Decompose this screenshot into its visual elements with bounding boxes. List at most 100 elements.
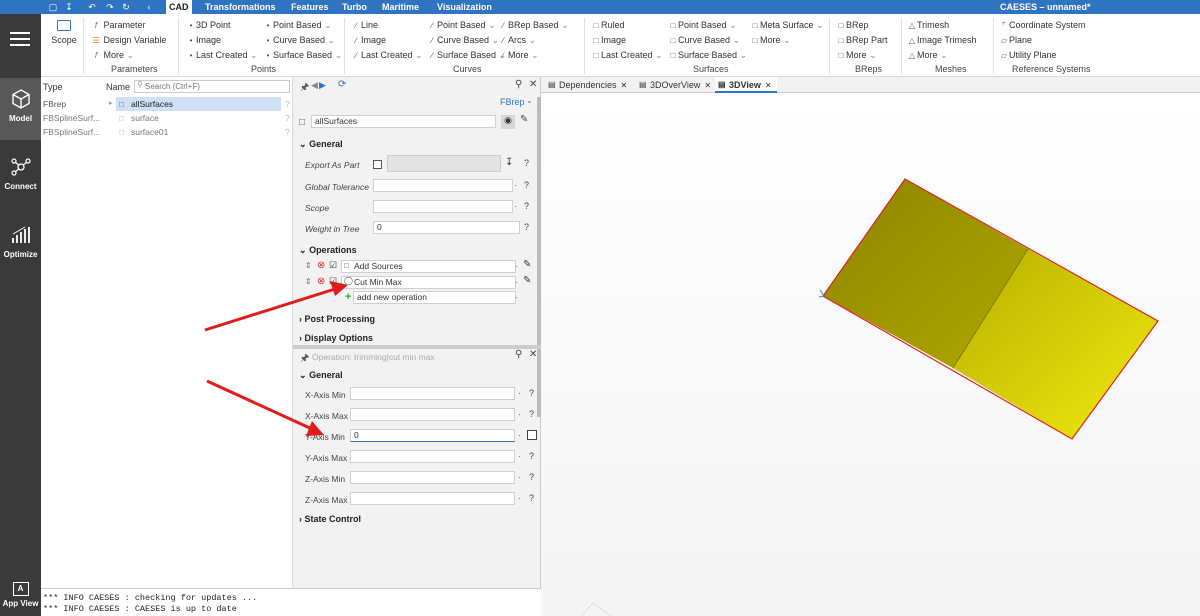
ribbon-surface-point-based[interactable]: □ Point Based ⌄ — [668, 19, 737, 32]
ribbon-curve-point-based[interactable]: ∕ Point Based ⌄ — [427, 19, 495, 32]
tab-visualization[interactable]: Visualization — [434, 0, 495, 14]
add-new-operation-field[interactable]: add new operation — [353, 291, 516, 304]
ribbon-surface-more[interactable]: □ More ⌄ — [750, 34, 791, 47]
export-as-part-checkbox[interactable] — [373, 160, 382, 169]
close-icon[interactable]: ✕ — [621, 81, 628, 90]
add-operation-row[interactable]: + add new operation · — [293, 290, 537, 306]
operation-cut-min-max-field[interactable]: Cut Min Max — [341, 276, 516, 289]
ribbon-surface-surface-based[interactable]: □ Surface Based ⌄ — [668, 49, 748, 62]
splitter[interactable] — [293, 345, 541, 349]
search-icon[interactable]: ⚲ — [515, 349, 522, 360]
hamburger-icon[interactable] — [10, 32, 30, 46]
ribbon-surface-image[interactable]: □ Image — [591, 34, 626, 47]
tab-maritime[interactable]: Maritime — [379, 0, 422, 14]
ribbon-meshes-more[interactable]: △ More ⌄ — [907, 49, 948, 62]
edit-pencil-icon[interactable]: ✎ — [523, 259, 531, 270]
enabled-checkbox-icon[interactable]: ☑ — [329, 260, 337, 271]
help-icon[interactable]: ? — [524, 222, 529, 232]
edit-pencil-icon[interactable]: ✎ — [520, 114, 528, 125]
nav-connect[interactable]: Connect — [0, 146, 41, 208]
visibility-eye-icon[interactable]: ◉ — [501, 115, 515, 129]
ribbon-curve-more[interactable]: ∕ More ⌄ — [498, 49, 538, 62]
save-icon[interactable]: ↧ — [62, 0, 76, 14]
field-menu-icon[interactable]: · — [515, 277, 518, 287]
field-menu-icon[interactable]: · — [514, 180, 517, 190]
edit-pencil-icon[interactable]: ✎ — [523, 275, 531, 286]
help-icon[interactable]: ? — [285, 125, 290, 139]
ribbon-brep-part[interactable]: □ BRep Part — [836, 34, 888, 47]
ribbon-point-last-created[interactable]: • Last Created ⌄ — [186, 49, 258, 62]
field-menu-icon[interactable]: · — [518, 493, 521, 503]
help-icon[interactable]: ? — [529, 388, 534, 398]
help-icon[interactable]: ? — [529, 493, 534, 503]
field-menu-icon[interactable]: · — [518, 451, 521, 461]
add-icon[interactable]: + — [345, 291, 351, 303]
ribbon-brep-more[interactable]: □ More ⌄ — [836, 49, 877, 62]
ribbon-point-curve-based[interactable]: • Curve Based ⌄ — [263, 34, 336, 47]
field-menu-icon[interactable]: · — [514, 201, 517, 211]
ribbon-point-image[interactable]: • Image — [186, 34, 221, 47]
export-part-field[interactable] — [387, 155, 501, 172]
ribbon-ruled[interactable]: □ Ruled — [591, 19, 625, 32]
tree-row[interactable]: FBrep ▸ □ allSurfaces ? — [41, 97, 293, 111]
help-icon[interactable]: ? — [285, 111, 290, 125]
ribbon-curve-curve-based[interactable]: ∕ Curve Based ⌄ — [427, 34, 499, 47]
ribbon-coordinate-system[interactable]: ⌜ Coordinate System — [999, 19, 1085, 32]
tab-cad[interactable]: CAD — [166, 0, 192, 14]
back-icon[interactable]: ◀ — [311, 80, 318, 91]
help-icon[interactable]: ? — [524, 201, 529, 211]
section-state-control[interactable]: › State Control — [299, 514, 361, 524]
nav-model[interactable]: Model — [0, 78, 41, 140]
close-icon[interactable]: ✕ — [765, 81, 772, 90]
pin-icon[interactable]: 🖈 — [300, 80, 309, 97]
collapse-icon[interactable]: ‹ — [142, 0, 156, 14]
ribbon-surface-curve-based[interactable]: □ Curve Based ⌄ — [668, 34, 741, 47]
ribbon-parameters-more[interactable]: f More ⌄ — [91, 49, 134, 62]
field-menu-icon[interactable]: · — [518, 409, 521, 419]
section-post-processing[interactable]: › Post Processing — [299, 314, 375, 324]
tab-features[interactable]: Features — [288, 0, 332, 14]
x-axis-min-field[interactable] — [350, 387, 515, 400]
ribbon-surface-last-created[interactable]: □ Last Created ⌄ — [591, 49, 663, 62]
ribbon-curve-brep-based[interactable]: ∕ BRep Based ⌄ — [498, 19, 568, 32]
drag-handle-icon[interactable]: ⇕ — [305, 261, 312, 270]
ribbon-3d-point[interactable]: • 3D Point — [186, 19, 231, 32]
delete-icon[interactable]: ⊗ — [317, 276, 325, 287]
enabled-checkbox-icon[interactable]: ☑ — [329, 276, 337, 287]
field-menu-icon[interactable]: · — [518, 388, 521, 398]
help-icon[interactable]: ? — [524, 180, 529, 190]
x-axis-max-field[interactable] — [350, 408, 515, 421]
tree-row[interactable]: FBSplineSurf... □ surface ? — [41, 111, 293, 125]
operation-row[interactable]: ⇕ ⊗ ☑ Add Sources □ · ✎ — [293, 259, 537, 275]
scope-field[interactable] — [373, 200, 513, 213]
ribbon-image-trimesh[interactable]: △ Image Trimesh — [907, 34, 977, 47]
ribbon-brep[interactable]: □ BRep — [836, 19, 869, 32]
pin-icon[interactable]: 🖈 — [300, 351, 309, 368]
ribbon-curve-last-created[interactable]: ∕ Last Created ⌄ — [351, 49, 422, 62]
z-axis-max-field[interactable] — [350, 492, 515, 505]
field-menu-icon[interactable]: · — [518, 472, 521, 482]
drag-handle-icon[interactable]: ⇕ — [305, 277, 312, 286]
3d-viewport[interactable] — [541, 93, 1200, 616]
tab-dependencies[interactable]: ▤ Dependencies ✕ — [545, 77, 632, 93]
close-icon[interactable]: ✕ — [529, 79, 537, 90]
help-icon[interactable]: ? — [529, 409, 534, 419]
field-menu-icon[interactable]: · — [515, 261, 518, 271]
y-axis-max-field[interactable] — [350, 450, 515, 463]
ribbon-plane[interactable]: ▱ Plane — [999, 34, 1032, 47]
refresh-icon[interactable]: ↻ — [119, 0, 133, 14]
delete-icon[interactable]: ⊗ — [317, 260, 325, 271]
weight-in-tree-field[interactable]: 0 — [373, 221, 520, 234]
forward-icon[interactable]: ▶ — [319, 80, 326, 91]
help-icon[interactable]: ? — [529, 472, 534, 482]
tree-search-input[interactable] — [134, 80, 290, 93]
global-tolerance-field[interactable] — [373, 179, 513, 192]
tab-3doverview[interactable]: ▤ 3DOverView ✕ — [636, 77, 711, 93]
operation-row[interactable]: ⇕ ⊗ ☑ Cut Min Max ◯ · ✎ — [293, 275, 537, 291]
search-icon[interactable]: ⚲ — [515, 79, 522, 90]
field-menu-icon[interactable]: · — [518, 430, 521, 440]
ribbon-design-variable[interactable]: ☰ Design Variable — [91, 34, 166, 47]
expand-icon[interactable]: ▸ — [109, 97, 113, 111]
nav-optimize[interactable]: Optimize — [0, 214, 41, 276]
section-general[interactable]: ⌄ General — [299, 139, 343, 150]
